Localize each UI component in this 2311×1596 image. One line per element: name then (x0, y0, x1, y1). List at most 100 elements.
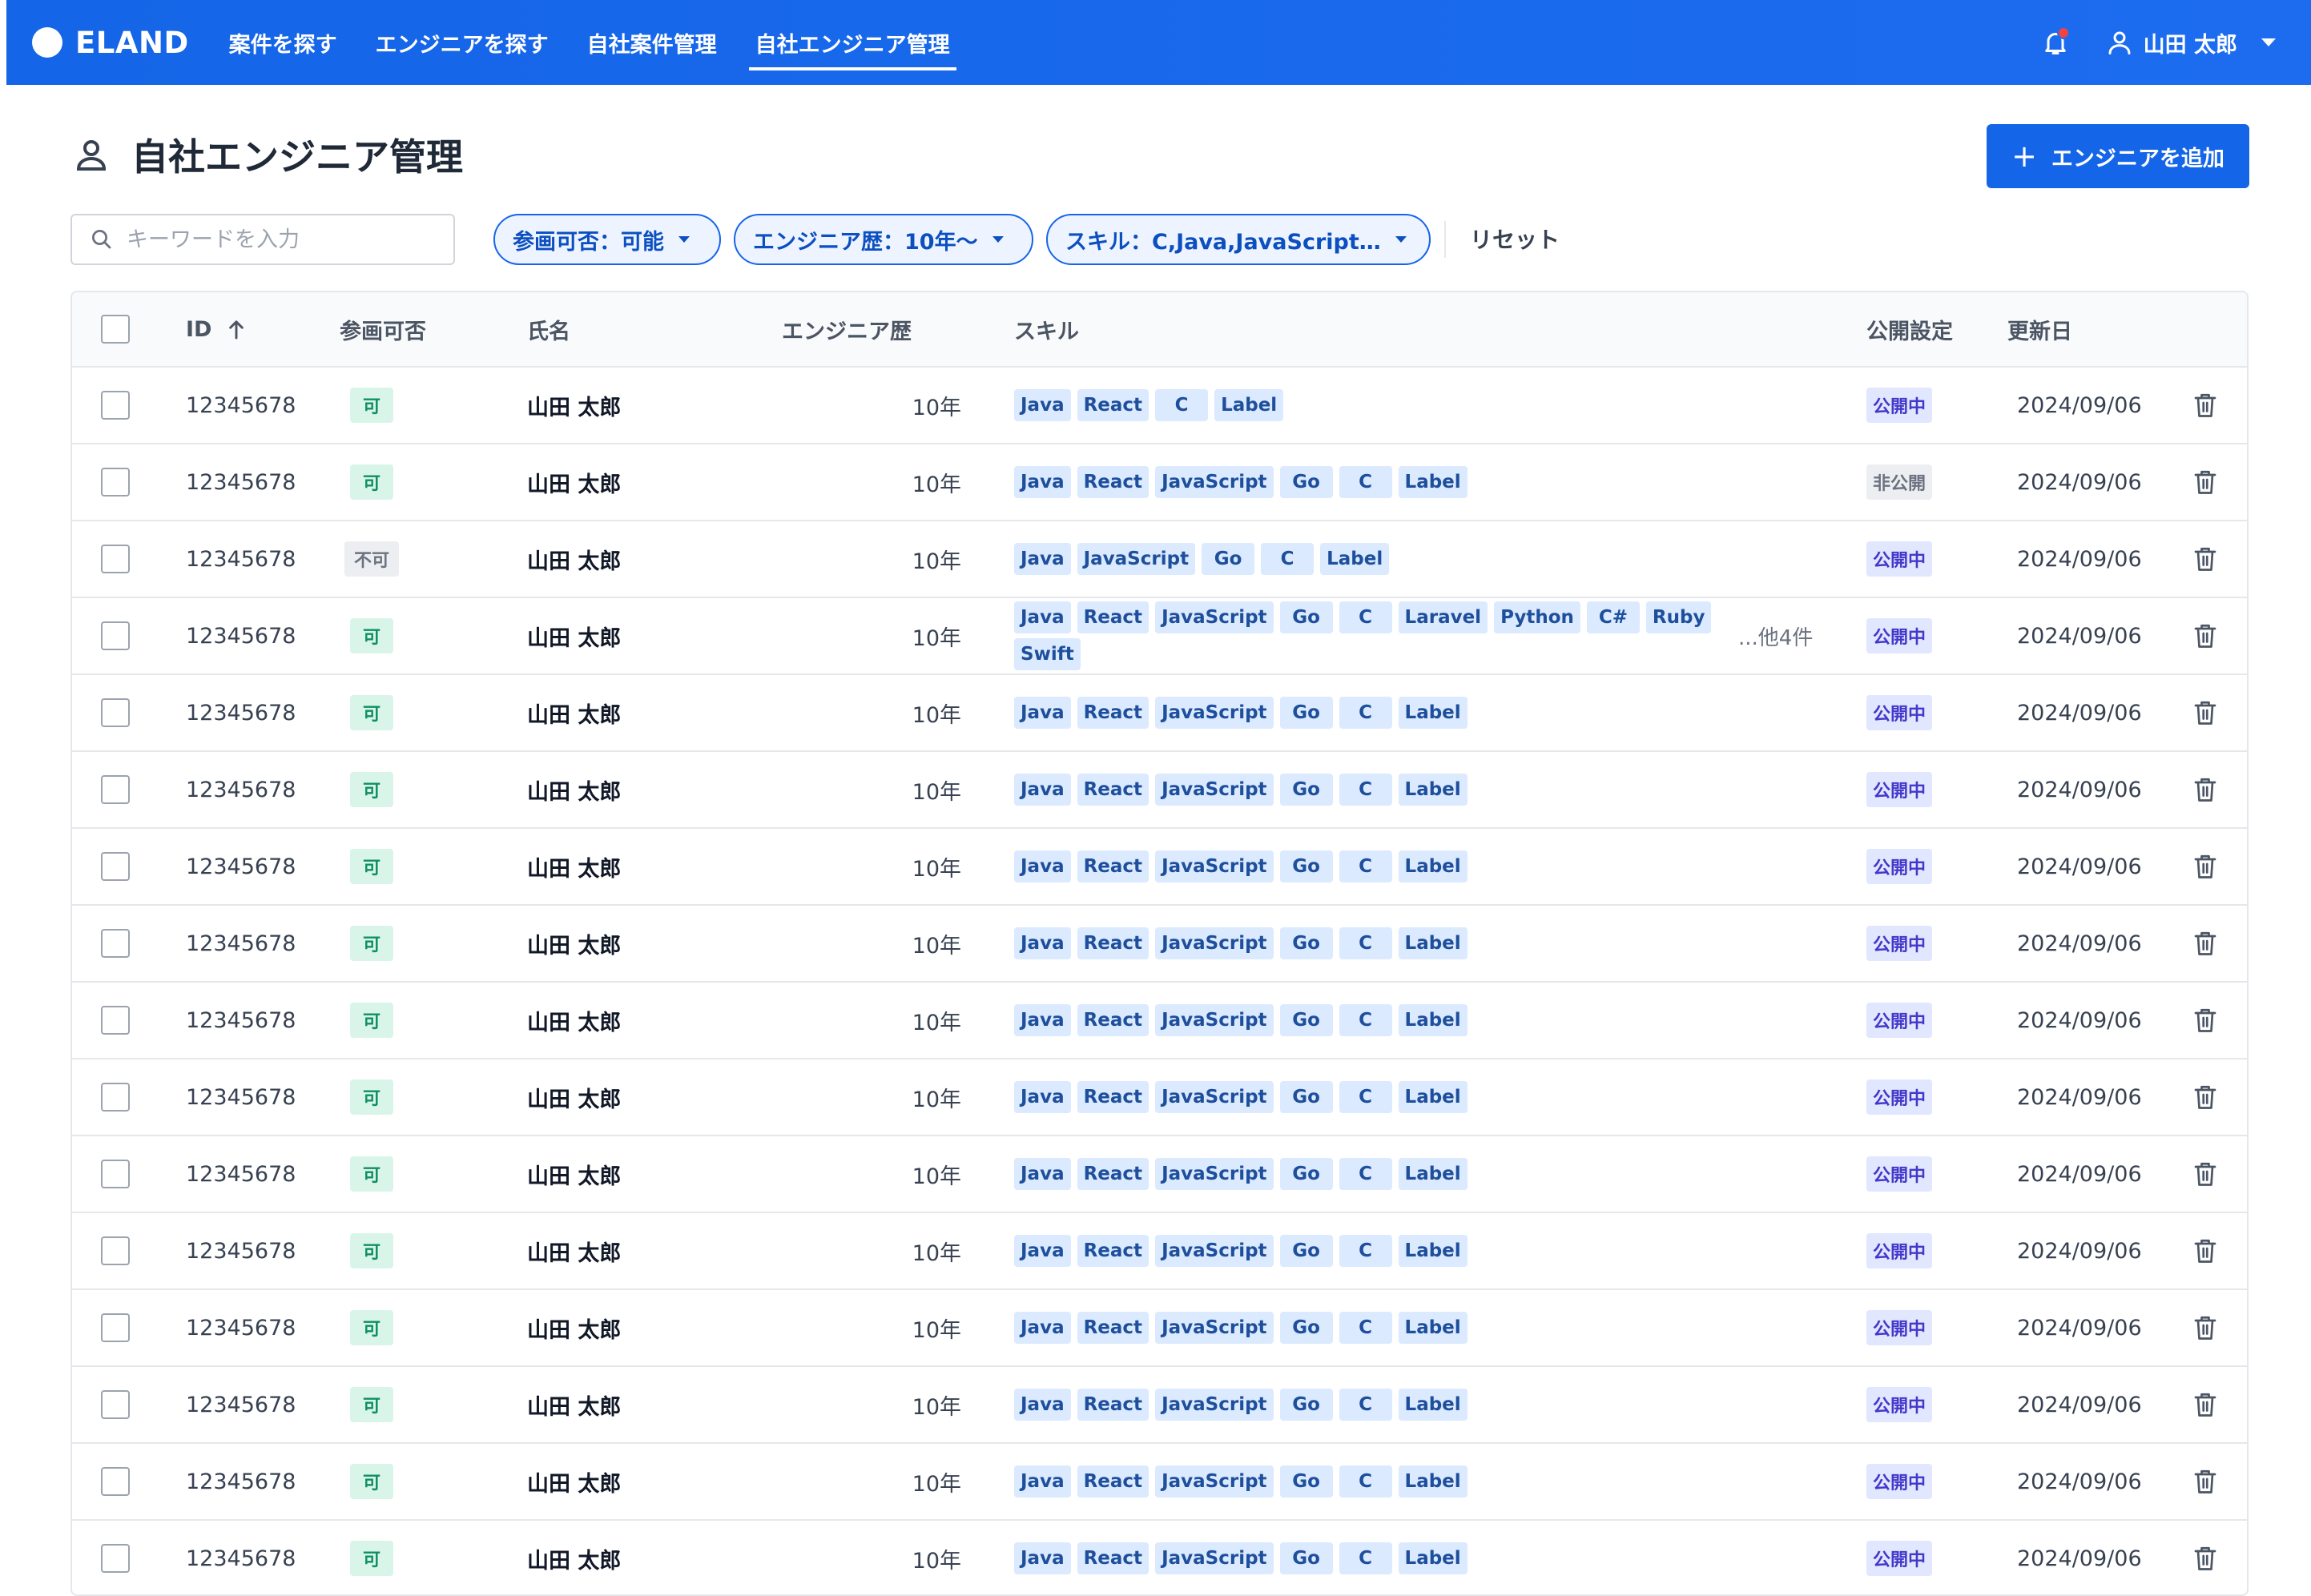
engineer-name[interactable]: 山田 太郎 (527, 521, 621, 597)
delete-trash-icon[interactable] (2193, 444, 2217, 520)
skill-tag: Go (1279, 697, 1333, 729)
table-row[interactable]: 12345678 可 山田 太郎 10年 Java React JavaScript Go C L… (72, 1521, 2247, 1594)
delete-trash-icon[interactable] (2193, 1213, 2217, 1288)
table-row[interactable]: 12345678 可 山田 太郎 10年 Java React JavaScript Go C L… (72, 598, 2247, 675)
engineer-name[interactable]: 山田 太郎 (527, 1444, 621, 1519)
delete-trash-icon[interactable] (2193, 983, 2217, 1058)
skill-tag: C (1339, 1081, 1392, 1113)
delete-trash-icon[interactable] (2193, 1136, 2217, 1212)
engineer-name[interactable]: 山田 太郎 (527, 675, 621, 750)
user-menu[interactable]: 山田 太郎 (2105, 27, 2276, 58)
skill-tag: Java (1014, 1542, 1071, 1574)
nav-item-own-projects[interactable]: 自社案件管理 (568, 0, 736, 85)
skill-tag: C (1339, 601, 1392, 633)
search-input[interactable] (125, 226, 433, 253)
row-checkbox[interactable] (101, 621, 130, 650)
table-row[interactable]: 12345678 可 山田 太郎 10年 Java React JavaScript Go C L… (72, 1444, 2247, 1521)
row-checkbox[interactable] (101, 1544, 130, 1573)
delete-trash-icon[interactable] (2193, 675, 2217, 750)
delete-trash-icon[interactable] (2193, 598, 2217, 673)
row-checkbox[interactable] (101, 468, 130, 496)
engineer-name[interactable]: 山田 太郎 (527, 368, 621, 443)
table-row[interactable]: 12345678 可 山田 太郎 10年 Java React JavaScript Go C L… (72, 829, 2247, 906)
engineer-name[interactable]: 山田 太郎 (527, 598, 621, 673)
delete-trash-icon[interactable] (2193, 1059, 2217, 1135)
nav-item-own-engineers[interactable]: 自社エンジニア管理 (736, 0, 969, 85)
engineer-name[interactable]: 山田 太郎 (527, 1059, 621, 1135)
visibility-cell: 公開中 (1866, 1136, 1933, 1212)
engineer-name[interactable]: 山田 太郎 (527, 983, 621, 1058)
table-row[interactable]: 12345678 可 山田 太郎 10年 Java React JavaScript Go C L… (72, 1136, 2247, 1213)
row-checkbox[interactable] (101, 852, 130, 881)
table-row[interactable]: 12345678 不可 山田 太郎 10年 Java JavaScript Go C Label… (72, 521, 2247, 598)
notification-bell-icon[interactable] (2041, 26, 2070, 57)
row-checkbox[interactable] (101, 1390, 130, 1419)
filter-chip-availability[interactable]: 参画可否：可能 (493, 214, 721, 265)
more-skills-count[interactable]: ...他4件 (1738, 598, 1813, 673)
engineer-name[interactable]: 山田 太郎 (527, 1290, 621, 1365)
add-engineer-button[interactable]: + エンジニアを追加 (1987, 124, 2249, 188)
skill-tag: Java (1014, 774, 1071, 806)
delete-trash-icon[interactable] (2193, 1444, 2217, 1519)
engineer-name[interactable]: 山田 太郎 (527, 1136, 621, 1212)
engineer-name[interactable]: 山田 太郎 (527, 1521, 621, 1594)
skill-tag: React (1077, 466, 1149, 498)
delete-trash-icon[interactable] (2193, 906, 2217, 981)
table-row[interactable]: 12345678 可 山田 太郎 10年 Java React JavaScript Go C L… (72, 1213, 2247, 1290)
filter-chip-experience[interactable]: エンジニア歴：10年〜 (734, 214, 1033, 265)
delete-trash-icon[interactable] (2193, 752, 2217, 827)
table-row[interactable]: 12345678 可 山田 太郎 10年 Java React JavaScript Go C L… (72, 983, 2247, 1059)
engineer-name[interactable]: 山田 太郎 (527, 444, 621, 520)
brand-logo[interactable]: ELAND (32, 26, 189, 60)
row-checkbox[interactable] (101, 1083, 130, 1112)
delete-trash-icon[interactable] (2193, 1290, 2217, 1365)
skills-cell: Java React JavaScript Go C Label (1014, 983, 1735, 1058)
engineer-name[interactable]: 山田 太郎 (527, 752, 621, 827)
skill-tag: JavaScript (1155, 601, 1274, 633)
engineer-name[interactable]: 山田 太郎 (527, 829, 621, 904)
select-all-checkbox[interactable] (101, 315, 130, 344)
table-row[interactable]: 12345678 可 山田 太郎 10年 Java React JavaScript Go C L… (72, 675, 2247, 752)
column-header-id[interactable]: ID (186, 292, 245, 366)
row-checkbox[interactable] (101, 1236, 130, 1265)
row-checkbox[interactable] (101, 698, 130, 727)
nav-item-find-projects[interactable]: 案件を探す (210, 0, 356, 85)
delete-trash-icon[interactable] (2193, 829, 2217, 904)
skill-tag: C (1339, 466, 1392, 498)
table-row[interactable]: 12345678 可 山田 太郎 10年 Java React C Label 公開中 2024/… (72, 368, 2247, 444)
skill-tag: Label (1320, 543, 1390, 575)
row-select-cell (101, 983, 130, 1058)
delete-trash-icon[interactable] (2193, 1367, 2217, 1442)
engineer-experience: 10年 (912, 1240, 961, 1266)
skill-tag-list: Java React JavaScript Go C Laravel Python C# Rub… (1014, 601, 1735, 670)
delete-trash-icon[interactable] (2193, 1521, 2217, 1594)
reset-filters-link[interactable]: リセット (1470, 223, 1560, 255)
engineer-experience: 10年 (912, 549, 961, 574)
row-checkbox[interactable] (101, 1313, 130, 1342)
engineer-name[interactable]: 山田 太郎 (527, 1367, 621, 1442)
row-checkbox[interactable] (101, 1467, 130, 1496)
row-checkbox[interactable] (101, 391, 130, 420)
row-checkbox[interactable] (101, 929, 130, 958)
visibility-cell: 公開中 (1866, 1444, 1933, 1519)
column-header-name: 氏名 (527, 319, 570, 344)
row-select-cell (101, 1444, 130, 1519)
table-row[interactable]: 12345678 可 山田 太郎 10年 Java React JavaScript Go C L… (72, 1290, 2247, 1367)
nav-item-find-engineers[interactable]: エンジニアを探す (356, 0, 568, 85)
engineer-name[interactable]: 山田 太郎 (527, 1213, 621, 1288)
skill-tag: JavaScript (1155, 1389, 1274, 1421)
row-checkbox[interactable] (101, 545, 130, 573)
delete-trash-icon[interactable] (2193, 521, 2217, 597)
table-row[interactable]: 12345678 可 山田 太郎 10年 Java React JavaScript Go C L… (72, 906, 2247, 983)
table-row[interactable]: 12345678 可 山田 太郎 10年 Java React JavaScript Go C L… (72, 1059, 2247, 1136)
filter-chip-skills[interactable]: スキル：C,Java,JavaScript… (1046, 214, 1431, 265)
table-row[interactable]: 12345678 可 山田 太郎 10年 Java React JavaScript Go C L… (72, 752, 2247, 829)
row-checkbox[interactable] (101, 1006, 130, 1035)
delete-trash-icon[interactable] (2193, 368, 2217, 443)
availability-cell: 不可 (340, 521, 404, 597)
row-checkbox[interactable] (101, 775, 130, 804)
table-row[interactable]: 12345678 可 山田 太郎 10年 Java React JavaScript Go C L… (72, 1367, 2247, 1444)
row-checkbox[interactable] (101, 1160, 130, 1188)
engineer-name[interactable]: 山田 太郎 (527, 906, 621, 981)
table-row[interactable]: 12345678 可 山田 太郎 10年 Java React JavaScript Go C L… (72, 444, 2247, 521)
